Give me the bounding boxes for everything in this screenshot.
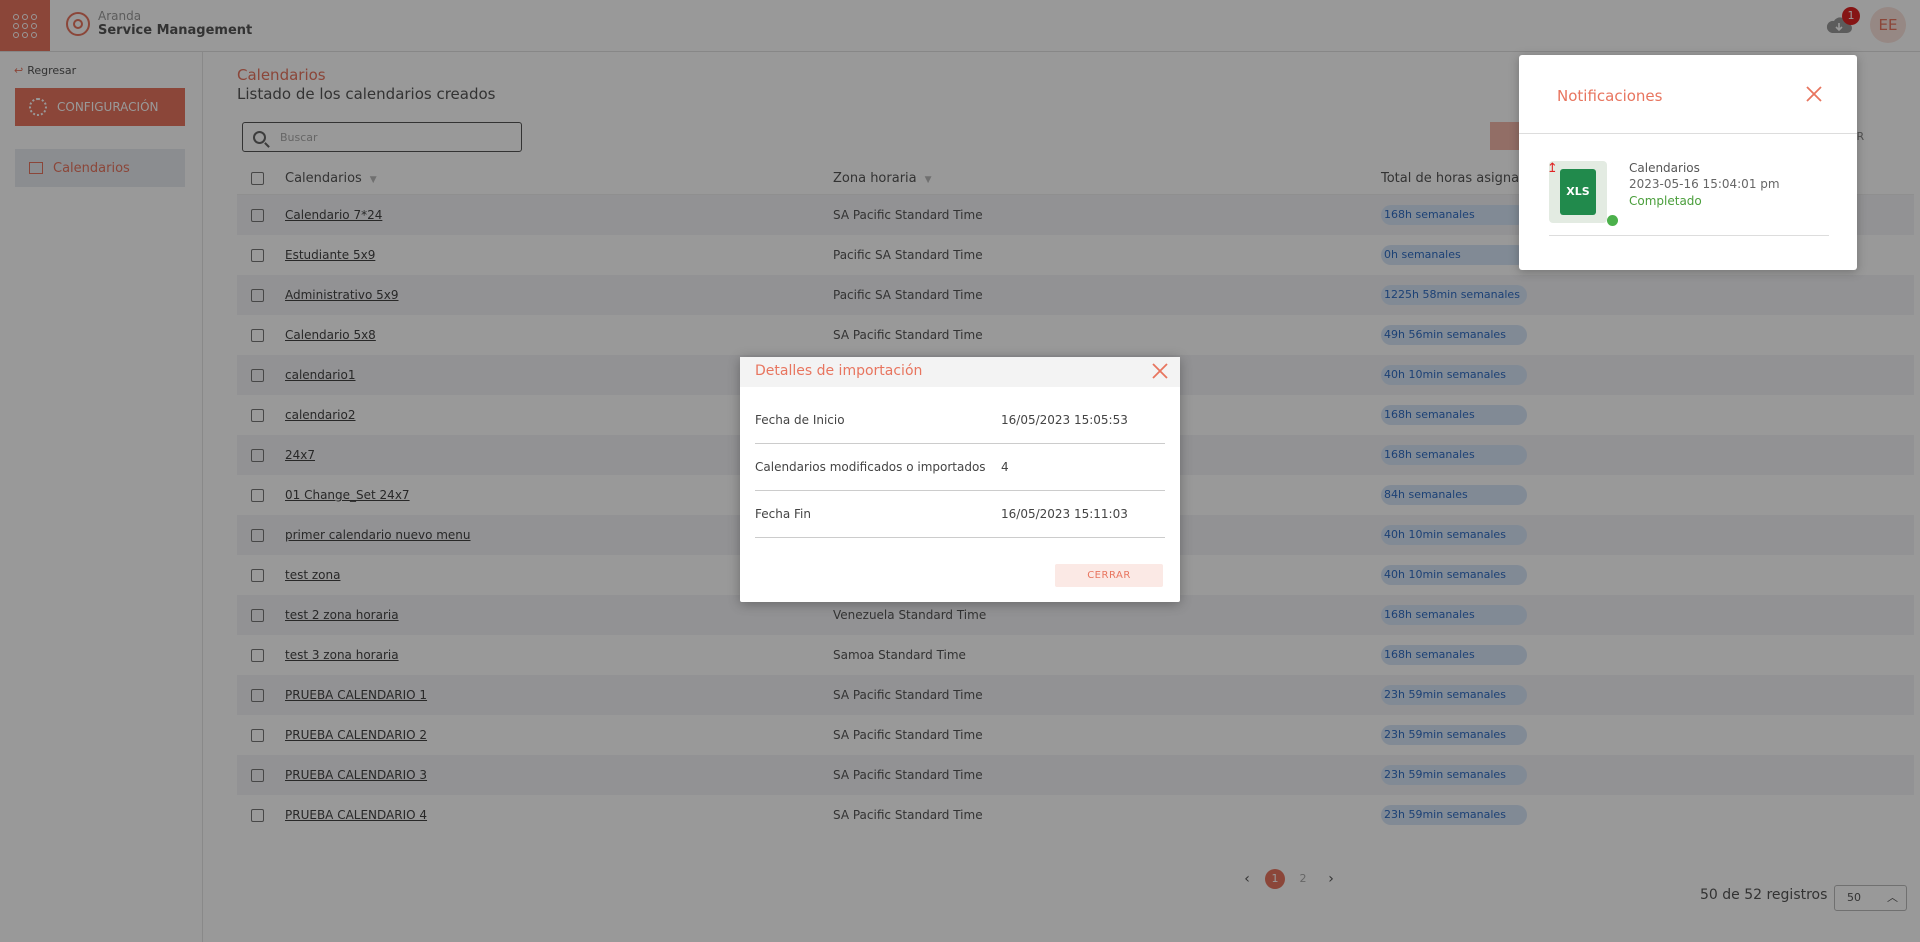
notification-status: Completado — [1629, 194, 1702, 208]
detail-label: Fecha de Inicio — [755, 413, 845, 427]
detail-label: Fecha Fin — [755, 507, 811, 521]
status-dot-icon — [1607, 215, 1618, 226]
dialog-header: Detalles de importación — [740, 357, 1180, 387]
notification-item[interactable]: XLS ↥ Calendarios 2023-05-16 15:04:01 pm… — [1547, 155, 1829, 236]
xls-label: XLS — [1560, 169, 1596, 215]
close-icon[interactable] — [1151, 362, 1169, 380]
close-icon[interactable] — [1805, 85, 1823, 103]
detail-label: Calendarios modificados o importados — [755, 460, 986, 474]
detail-value: 16/05/2023 15:11:03 — [1001, 507, 1128, 521]
dialog-title: Detalles de importación — [755, 363, 923, 379]
detail-value: 4 — [1001, 460, 1009, 474]
notifications-panel: Notificaciones XLS ↥ Calendarios 2023-05… — [1519, 55, 1857, 270]
notifications-title: Notificaciones — [1557, 87, 1663, 105]
upload-arrow-icon: ↥ — [1547, 161, 1558, 176]
divider — [1519, 133, 1857, 134]
import-details-dialog: Detalles de importación Fecha de Inicio … — [740, 357, 1180, 602]
detail-row-start-date: Fecha de Inicio 16/05/2023 15:05:53 — [755, 397, 1165, 444]
detail-row-end-date: Fecha Fin 16/05/2023 15:11:03 — [755, 491, 1165, 538]
close-dialog-button[interactable]: CERRAR — [1055, 564, 1163, 587]
detail-row-count: Calendarios modificados o importados 4 — [755, 444, 1165, 491]
notification-name: Calendarios — [1629, 161, 1700, 175]
xls-file-icon: XLS ↥ — [1547, 161, 1607, 223]
detail-value: 16/05/2023 15:05:53 — [1001, 413, 1128, 427]
notification-date: 2023-05-16 15:04:01 pm — [1629, 177, 1780, 191]
